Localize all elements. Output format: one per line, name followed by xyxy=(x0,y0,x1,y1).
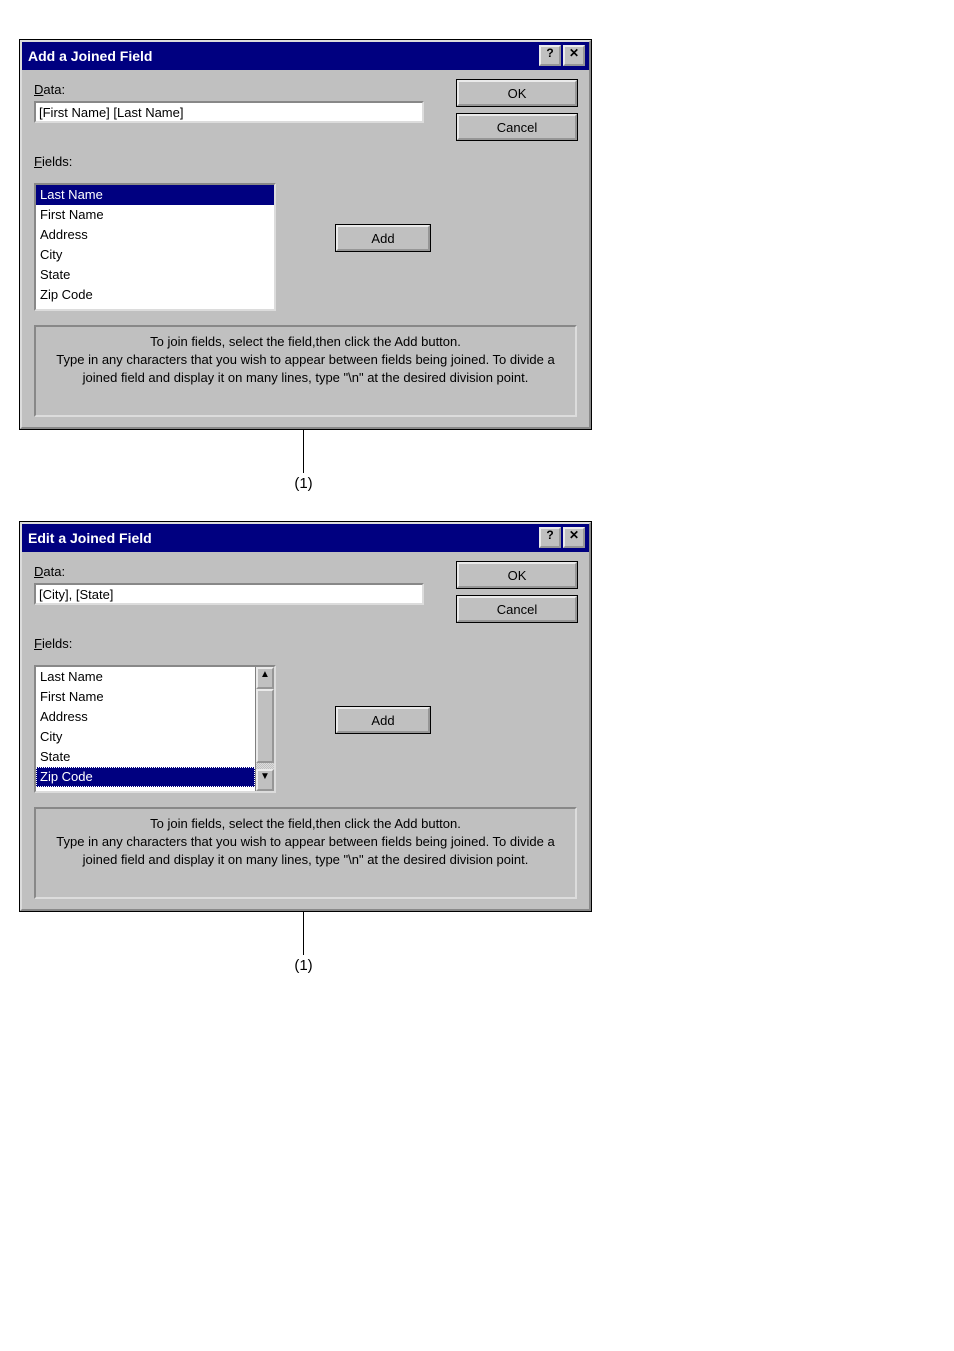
info-text: To join fields, select the field,then cl… xyxy=(34,807,577,899)
list-item[interactable]: State xyxy=(36,747,255,767)
list-item[interactable]: First Name xyxy=(36,687,255,707)
add-button[interactable]: Add xyxy=(336,707,430,733)
list-item[interactable]: First Name xyxy=(36,205,274,225)
fields-listbox[interactable]: Last Name First Name Address City State … xyxy=(34,665,276,793)
scroll-down-icon[interactable]: ▼ xyxy=(256,769,274,791)
scroll-thumb[interactable] xyxy=(256,689,274,763)
list-item[interactable]: State xyxy=(36,265,274,285)
scroll-up-icon[interactable]: ▲ xyxy=(256,667,274,689)
help-icon[interactable]: ? xyxy=(539,45,561,66)
close-icon[interactable]: ✕ xyxy=(563,45,585,66)
add-button[interactable]: Add xyxy=(336,225,430,251)
scroll-track[interactable] xyxy=(256,689,274,769)
fields-label: Fields: xyxy=(34,636,577,651)
list-item[interactable]: City xyxy=(36,727,255,747)
data-input[interactable] xyxy=(34,101,424,123)
callout: (1) xyxy=(20,429,587,492)
add-joined-field-dialog: Add a Joined Field ? ✕ Data: OK Cancel F… xyxy=(20,40,591,429)
list-item[interactable]: Address xyxy=(36,707,255,727)
titlebar: Add a Joined Field ? ✕ xyxy=(22,42,589,70)
fields-listbox[interactable]: Last Name First Name Address City State … xyxy=(34,183,276,311)
ok-button[interactable]: OK xyxy=(457,80,577,106)
cancel-button[interactable]: Cancel xyxy=(457,114,577,140)
edit-joined-field-dialog: Edit a Joined Field ? ✕ Data: OK Cancel … xyxy=(20,522,591,911)
list-item[interactable]: Zip Code xyxy=(36,767,255,787)
scrollbar[interactable]: ▲ ▼ xyxy=(255,667,274,791)
callout: (1) xyxy=(20,911,587,974)
list-item[interactable]: Last Name xyxy=(36,667,255,687)
fields-label: Fields: xyxy=(34,154,577,169)
ok-button[interactable]: OK xyxy=(457,562,577,588)
info-text: To join fields, select the field,then cl… xyxy=(34,325,577,417)
titlebar: Edit a Joined Field ? ✕ xyxy=(22,524,589,552)
list-item[interactable]: Zip Code xyxy=(36,285,274,305)
dialog-title: Add a Joined Field xyxy=(28,48,537,64)
data-label: Data: xyxy=(34,82,437,97)
help-icon[interactable]: ? xyxy=(539,527,561,548)
dialog-title: Edit a Joined Field xyxy=(28,530,537,546)
list-item[interactable]: City xyxy=(36,245,274,265)
data-label: Data: xyxy=(34,564,437,579)
cancel-button[interactable]: Cancel xyxy=(457,596,577,622)
data-input[interactable] xyxy=(34,583,424,605)
list-item[interactable]: Address xyxy=(36,225,274,245)
close-icon[interactable]: ✕ xyxy=(563,527,585,548)
list-item[interactable]: Last Name xyxy=(36,185,274,205)
